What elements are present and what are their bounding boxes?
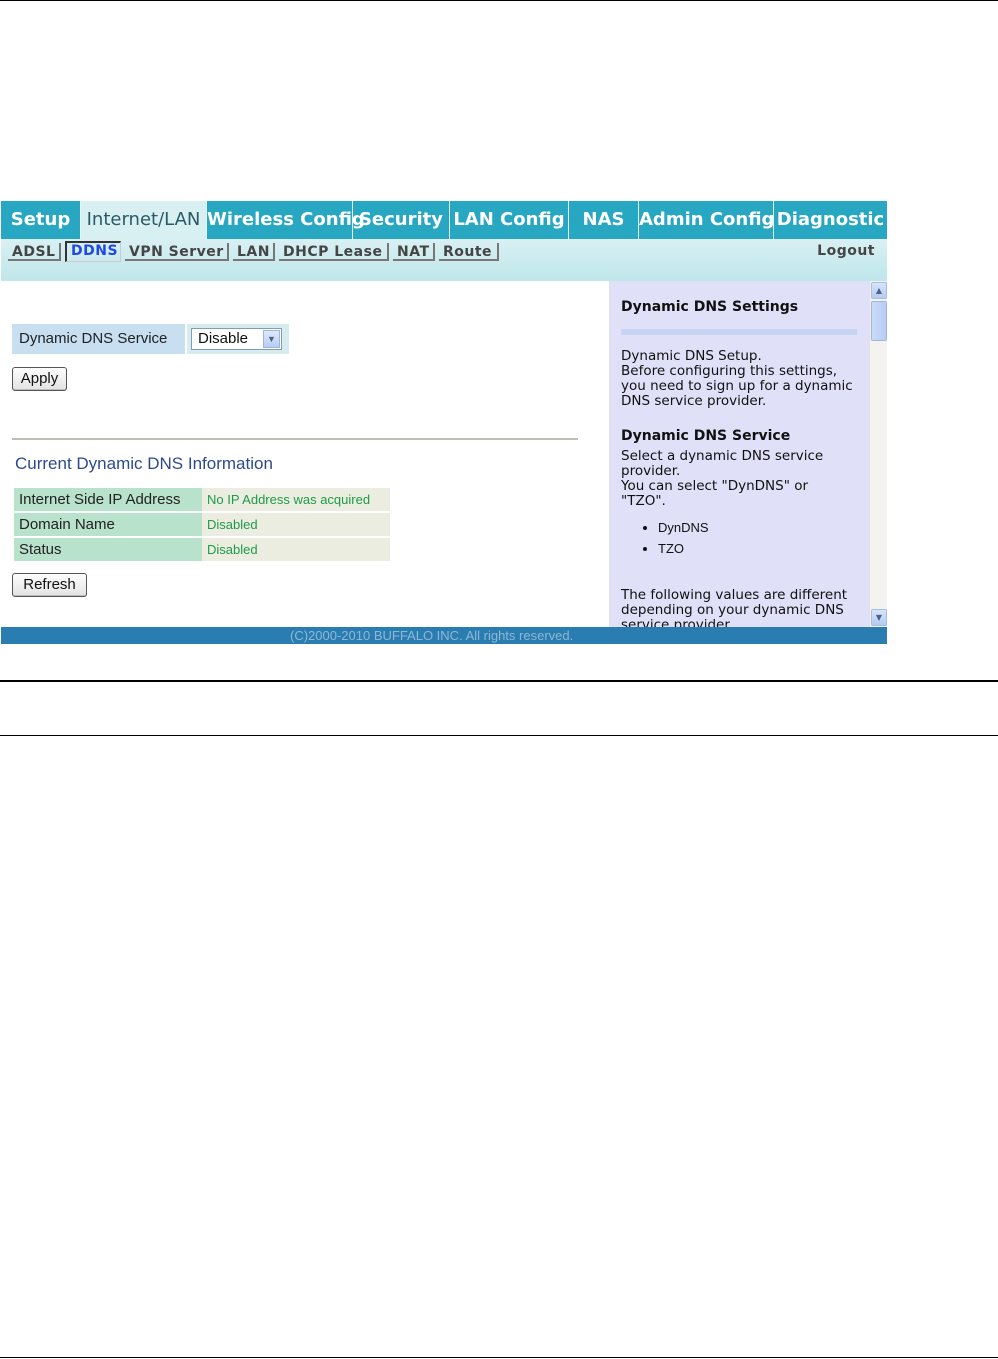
apply-button[interactable]: Apply [12, 367, 67, 391]
subtab-lan[interactable]: LAN [233, 243, 275, 261]
subtab-dhcp-lease[interactable]: DHCP Lease [279, 243, 389, 261]
tab-wireless-config[interactable]: Wireless Config [207, 201, 365, 239]
subtab-vpn-server[interactable]: VPN Server [125, 243, 229, 261]
ddns-service-select[interactable]: Disable ▼ [191, 328, 282, 350]
sub-nav: ADSL DDNS VPN Server LAN DHCP Lease NAT … [1, 239, 887, 281]
footer: (C)2000-2010 BUFFALO INC. All rights res… [1, 627, 887, 644]
page-bottom-rule [0, 1357, 998, 1358]
ddns-content: Dynamic DNS Service Disable ▼ Apply Curr… [1, 281, 609, 627]
tab-security[interactable]: Security [353, 201, 450, 239]
page-top-rule [0, 0, 998, 1]
info-value: No IP Address was acquired [202, 488, 390, 511]
help-provider-list: DynDNS TZO [621, 517, 857, 559]
tab-diagnostic[interactable]: Diagnostic [774, 201, 887, 239]
main-nav: Setup Internet/LAN Wireless Config Secur… [1, 201, 887, 239]
section-divider [12, 438, 578, 440]
ddns-service-row: Dynamic DNS Service Disable ▼ [12, 324, 289, 354]
help-more-text: The following values are different depen… [621, 587, 848, 628]
scroll-down-icon[interactable]: ▼ [871, 609, 887, 626]
subtab-route[interactable]: Route [439, 243, 499, 261]
help-pane[interactable]: Dynamic DNS Settings Dynamic DNS Setup. … [609, 281, 869, 627]
refresh-button[interactable]: Refresh [12, 573, 87, 597]
help-title: Dynamic DNS Settings [621, 299, 799, 315]
table-row: Domain Name Disabled [14, 513, 390, 536]
scroll-thumb[interactable] [871, 301, 887, 341]
table-row: Status Disabled [14, 538, 390, 561]
list-item: TZO [658, 538, 857, 559]
tab-setup[interactable]: Setup [1, 201, 81, 239]
ddns-info-table: Internet Side IP Address No IP Address w… [14, 486, 390, 563]
info-value: Disabled [202, 513, 390, 536]
page-rule [0, 680, 998, 682]
ddns-service-label: Dynamic DNS Service [12, 324, 185, 354]
scroll-up-icon[interactable]: ▲ [871, 282, 887, 299]
help-scrollbar[interactable]: ▲ ▼ [869, 281, 887, 627]
info-value: Disabled [202, 538, 390, 561]
help-intro: Dynamic DNS Setup. Before configuring th… [621, 348, 853, 409]
subtab-nat[interactable]: NAT [393, 243, 435, 261]
help-service-title: Dynamic DNS Service [621, 428, 791, 444]
help-service-text: Select a dynamic DNS service provider. Y… [621, 448, 824, 509]
list-item: DynDNS [658, 517, 857, 538]
chevron-down-icon[interactable]: ▼ [263, 330, 280, 348]
ddns-service-value: Disable [198, 330, 249, 347]
copyright-text: (C)2000-2010 BUFFALO INC. All rights res… [290, 628, 574, 643]
tab-admin-config[interactable]: Admin Config [639, 201, 774, 239]
info-key: Status [14, 538, 202, 561]
ddns-service-cell: Disable ▼ [187, 324, 289, 354]
info-key: Internet Side IP Address [14, 488, 202, 511]
subtab-adsl[interactable]: ADSL [8, 243, 61, 261]
subtab-ddns[interactable]: DDNS [65, 241, 121, 262]
table-row: Internet Side IP Address No IP Address w… [14, 488, 390, 511]
tab-internet-lan[interactable]: Internet/LAN [81, 201, 207, 239]
tab-lan-config[interactable]: LAN Config [450, 201, 569, 239]
logout-link[interactable]: Logout [817, 243, 875, 259]
tab-nas[interactable]: NAS [569, 201, 639, 239]
router-settings-window: Setup Internet/LAN Wireless Config Secur… [1, 201, 887, 644]
info-key: Domain Name [14, 513, 202, 536]
help-separator [621, 329, 857, 335]
page-rule [0, 735, 998, 736]
info-section-title: Current Dynamic DNS Information [15, 454, 273, 473]
